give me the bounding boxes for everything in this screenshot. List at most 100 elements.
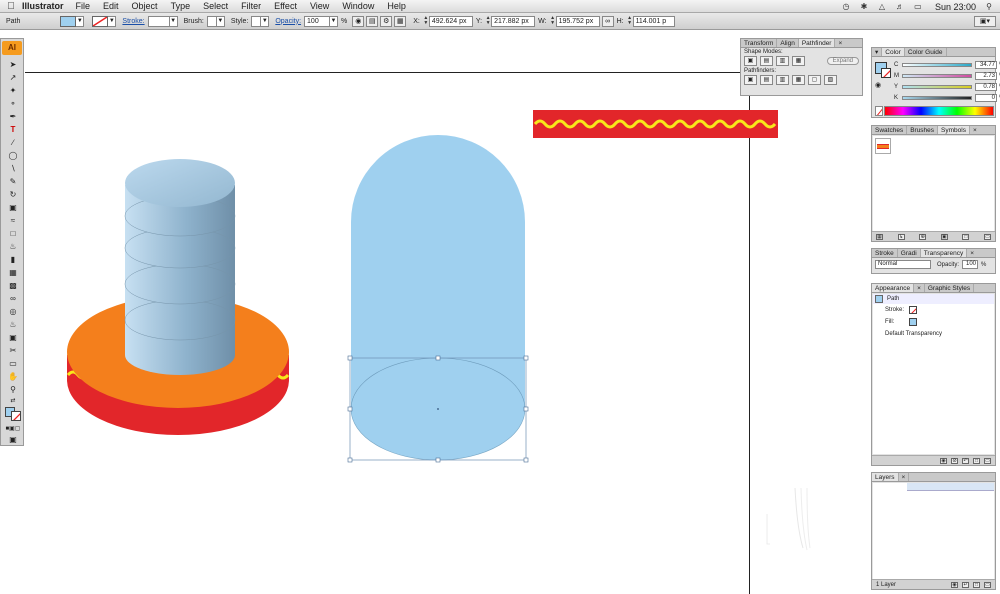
tab-graphic-styles[interactable]: Graphic Styles <box>925 284 975 292</box>
gradient-tool-icon[interactable]: ▩ <box>7 280 19 291</box>
time-machine-icon[interactable]: ◷ <box>841 2 851 11</box>
lasso-tool-icon[interactable]: ⚬ <box>7 98 19 109</box>
tab-transparency[interactable]: Transparency <box>920 249 968 257</box>
yellow-track[interactable] <box>902 84 972 89</box>
blend-mode-select[interactable]: Normal <box>875 260 931 269</box>
menu-type[interactable]: Type <box>171 1 191 11</box>
exclude-icon[interactable]: ▦ <box>792 56 805 66</box>
new-symbol-icon[interactable]: □ <box>962 233 970 240</box>
document-canvas[interactable] <box>25 30 868 594</box>
yellow-value[interactable]: 0.78 <box>975 82 997 91</box>
screen-mode-icon[interactable]: ▣ <box>7 434 19 445</box>
selection-tool-icon[interactable]: ➤ <box>7 59 19 70</box>
tab-swatches[interactable]: Swatches <box>872 126 908 134</box>
merge-icon[interactable]: ▥ <box>776 75 789 85</box>
stroke-weight-field[interactable] <box>147 15 170 27</box>
close-icon[interactable]: × <box>835 39 845 47</box>
delete-layer-icon[interactable]: ▭ <box>984 581 991 588</box>
line-tool-icon[interactable]: ∕ <box>7 137 19 148</box>
brush-swatch[interactable] <box>206 15 217 27</box>
reduce-to-basic-icon[interactable]: ↶ <box>962 457 969 464</box>
rotate-tool-icon[interactable]: ↻ <box>7 189 19 200</box>
out-of-gamut-icon[interactable]: ◉ <box>875 81 881 89</box>
opacity-field[interactable]: 100 <box>304 15 331 27</box>
appearance-stroke-swatch[interactable] <box>909 306 917 314</box>
stroke-weight-dropdown-icon[interactable]: ▼ <box>169 15 178 27</box>
trim-icon[interactable]: ▤ <box>760 75 773 85</box>
default-transparency-row[interactable]: Default Transparency <box>873 328 994 340</box>
align-options-icon[interactable]: ⚙ <box>380 15 393 27</box>
fill-swatch[interactable] <box>60 15 77 27</box>
w-field[interactable]: 195.752 px <box>555 15 600 27</box>
yellow-slider[interactable]: Y 0.78 % <box>894 82 1000 91</box>
constrain-proportions-icon[interactable]: ∞ <box>601 15 614 27</box>
tab-brushes[interactable]: Brushes <box>907 126 939 134</box>
mesh-tool-icon[interactable]: ▦ <box>7 267 19 278</box>
pen-tool-icon[interactable]: ✒ <box>7 111 19 122</box>
black-track[interactable] <box>902 95 972 100</box>
tab-align[interactable]: Align <box>777 39 799 47</box>
tab-color[interactable]: Color <box>882 48 905 56</box>
outline-icon[interactable]: ▢ <box>808 75 821 85</box>
eyedropper-tool-icon[interactable]: ∞ <box>7 293 19 304</box>
workspace-switcher-icon[interactable]: ▣▾ <box>974 15 996 27</box>
live-paint-tool-icon[interactable]: ♨ <box>7 319 19 330</box>
close-icon[interactable]: × <box>970 126 980 134</box>
fill-dropdown-icon[interactable]: ▼ <box>76 15 85 27</box>
appearance-stroke-row[interactable]: Stroke: <box>873 304 994 316</box>
opacity-panel-link[interactable]: Opacity: <box>275 18 301 25</box>
close-icon[interactable]: × <box>899 473 910 481</box>
warp-tool-icon[interactable]: ≈ <box>7 215 19 226</box>
wifi-icon[interactable]: △ <box>877 2 887 11</box>
break-link-icon[interactable]: ⊕ <box>919 233 927 240</box>
magic-wand-tool-icon[interactable]: ✦ <box>7 85 19 96</box>
type-tool-icon[interactable]: T <box>7 124 19 135</box>
battery-icon[interactable]: ▭ <box>913 2 923 11</box>
ellipse-tool-icon[interactable]: ◯ <box>7 150 19 161</box>
x-field[interactable]: 492.624 px <box>428 15 473 27</box>
appearance-object-row[interactable]: Path <box>873 294 994 304</box>
crop-icon[interactable]: ▦ <box>792 75 805 85</box>
pencil-tool-icon[interactable]: ✎ <box>7 176 19 187</box>
magenta-value[interactable]: 2.73 <box>975 71 997 80</box>
symbol-sprayer-tool-icon[interactable]: ♨ <box>7 241 19 252</box>
make-clipping-mask-icon[interactable]: ◉ <box>951 581 958 588</box>
black-value[interactable]: 0 <box>975 93 997 102</box>
slice-tool-icon[interactable]: ✂ <box>7 345 19 356</box>
apple-icon[interactable]:  <box>0 1 22 12</box>
appearance-fill-row[interactable]: Fill: <box>873 316 994 328</box>
column-graph-tool-icon[interactable]: ▮ <box>7 254 19 265</box>
symbol-options-icon[interactable]: ▣ <box>940 233 948 240</box>
free-transform-tool-icon[interactable]: □ <box>7 228 19 239</box>
tab-color-guide[interactable]: Color Guide <box>905 48 947 56</box>
reference-point-icon[interactable]: ▦ <box>394 15 407 27</box>
swap-fill-stroke-icon[interactable]: ⇄ <box>7 396 19 407</box>
stroke-dropdown-icon[interactable]: ▼ <box>108 15 117 27</box>
tab-symbols[interactable]: Symbols <box>938 126 970 134</box>
menu-effect[interactable]: Effect <box>274 1 297 11</box>
stroke-panel-link[interactable]: Stroke: <box>122 18 144 25</box>
menu-edit[interactable]: Edit <box>103 1 119 11</box>
wavy-ribbon-strip[interactable] <box>533 110 778 138</box>
panel-collapse-icon[interactable]: ▾ <box>872 48 883 56</box>
tab-appearance[interactable]: Appearance <box>872 284 915 292</box>
menu-clock[interactable]: Sun 23:00 <box>935 2 976 12</box>
unite-icon[interactable]: ▣ <box>744 56 757 66</box>
layer-row[interactable] <box>907 483 994 491</box>
minus-back-icon[interactable]: ▧ <box>824 75 837 85</box>
spotlight-search-icon[interactable]: ⚲ <box>984 2 994 11</box>
opacity-dropdown-icon[interactable]: ▼ <box>330 15 339 27</box>
none-color-icon[interactable] <box>875 106 883 116</box>
tab-layers[interactable]: Layers <box>872 473 899 481</box>
delete-item-icon[interactable]: ▭ <box>984 457 991 464</box>
stroke-indicator[interactable] <box>11 411 21 421</box>
menu-window[interactable]: Window <box>342 1 374 11</box>
opacity-value[interactable]: 100 <box>962 260 979 269</box>
black-slider[interactable]: K 0 % <box>894 93 1000 102</box>
appearance-fill-swatch[interactable] <box>909 318 917 326</box>
fill-stroke-swatches[interactable] <box>5 407 21 421</box>
minus-front-icon[interactable]: ▤ <box>760 56 773 66</box>
bluetooth-icon[interactable]: ✱ <box>859 2 869 11</box>
close-icon[interactable]: × <box>914 284 925 292</box>
menu-app-name[interactable]: Illustrator <box>22 1 64 11</box>
